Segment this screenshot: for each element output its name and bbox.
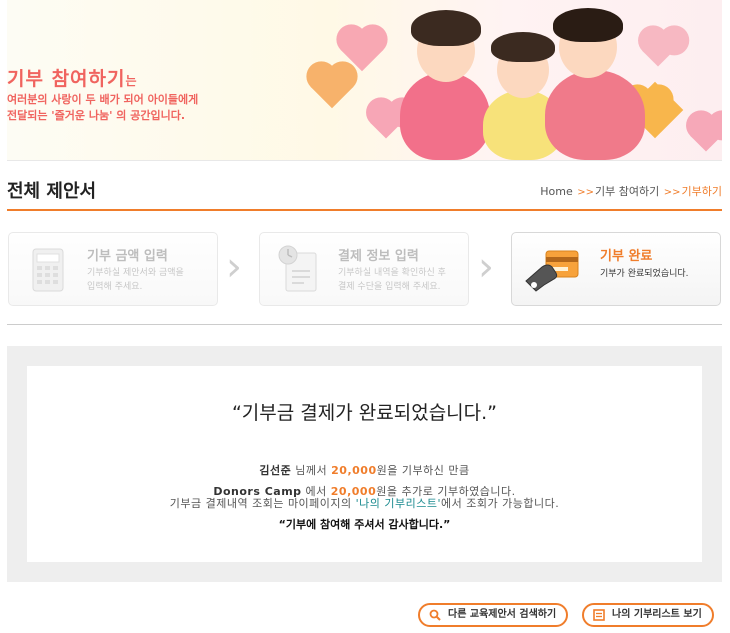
banner: 기부 참여하기는 여러분의 사랑이 두 배가 되어 아이들에게 전달되는 '즐거… <box>7 0 722 161</box>
search-other-proposals-button[interactable]: 다른 교육제안서 검색하기 <box>418 603 569 627</box>
step-payment-info: 결제 정보 입력 기부하실 내역을 확인하신 후 결제 수단을 입력해 주세요. <box>259 232 469 306</box>
my-donation-list-link[interactable]: '나의 기부리스트' <box>356 497 441 510</box>
step-description: 기부가 완료되었습니다. <box>600 269 689 279</box>
clock-document-icon <box>278 245 317 292</box>
breadcrumb: Home >>기부 참여하기 >>기부하기 <box>540 183 722 199</box>
chevron-right-icon: >> <box>577 187 595 198</box>
card-hand-icon <box>525 250 579 292</box>
breadcrumb-home[interactable]: Home <box>540 185 572 198</box>
steps-divider <box>7 324 722 325</box>
list-icon <box>593 609 605 621</box>
chevron-right-icon: >> <box>663 187 681 198</box>
thanks-message: “기부에 참여해 주셔서 감사합니다.” <box>278 518 451 531</box>
step-title: 기부 완료 <box>600 249 653 264</box>
page-title: 전체 제안서 <box>7 181 97 202</box>
my-donation-list-button[interactable]: 나의 기부리스트 보기 <box>582 603 714 627</box>
step-title: 기부 금액 입력 <box>87 249 168 264</box>
heart-decoration <box>642 35 674 67</box>
step-complete: 기부 완료 기부가 완료되었습니다. <box>511 232 721 306</box>
step-amount-input: 기부 금액 입력 기부하실 제안서와 금액을 입력해 주세요. <box>8 232 218 306</box>
result-line-mypage-info: 기부금 결제내역 조회는 마이페이지의 '나의 기부리스트'에서 조회가 가능합… <box>169 497 560 510</box>
step-description: 기부하실 내역을 확인하신 후 결제 수단을 입력해 주세요. <box>338 268 446 292</box>
step-title: 결제 정보 입력 <box>338 249 419 264</box>
heart-decoration <box>370 107 402 139</box>
breadcrumb-donate-participate[interactable]: 기부 참여하기 <box>595 185 659 198</box>
heart-decoration <box>310 65 354 109</box>
banner-description: 여러분의 사랑이 두 배가 되어 아이들에게 전달되는 '즐거운 나눔' 의 공… <box>7 93 199 122</box>
banner-title: 기부 참여하기는 <box>7 68 138 90</box>
result-text-layer: 기부금 결제내역 조회는 마이페이지의 '나의 기부리스트'에서 조회가 가능합… <box>27 366 702 562</box>
chevron-right-icon: › <box>226 244 242 290</box>
calculator-icon <box>32 248 64 292</box>
step-description: 기부하실 제안서와 금액을 입력해 주세요. <box>87 268 184 292</box>
breadcrumb-current: 기부하기 <box>681 185 722 198</box>
chevron-right-icon: › <box>478 244 494 290</box>
title-divider <box>7 209 722 211</box>
magnifier-icon <box>429 609 441 621</box>
heart-decoration <box>690 120 722 152</box>
